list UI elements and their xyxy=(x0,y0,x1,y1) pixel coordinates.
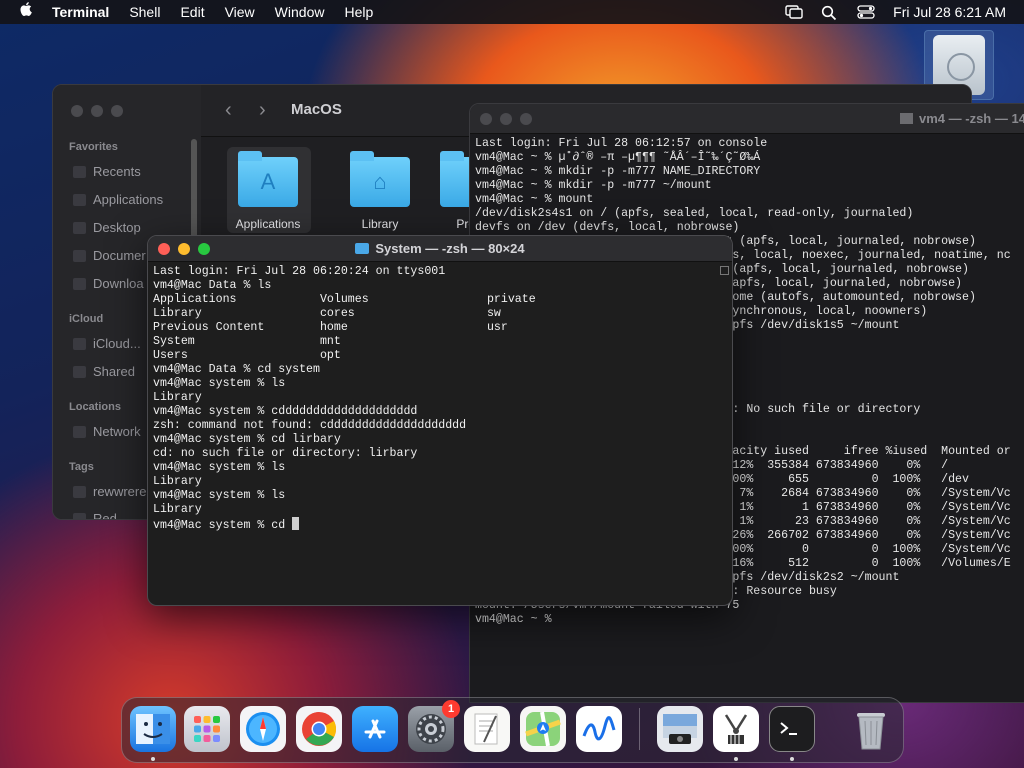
sidebar-section-tags: Tags xyxy=(69,461,94,473)
terminal-line: vm4@Mac Data % ls xyxy=(153,279,272,292)
terminal-line: vm4@Mac ~ % xyxy=(475,613,559,626)
app-store-dock-icon[interactable] xyxy=(352,706,398,752)
terminal-line: Last login: Fri Jul 28 06:20:24 on ttys0… xyxy=(153,265,446,278)
terminal-line: Applications Volumes private xyxy=(153,293,536,306)
freeform-dock-icon[interactable] xyxy=(576,706,622,752)
screen-mirroring-icon[interactable] xyxy=(785,5,803,19)
sidebar-section-locations: Locations xyxy=(69,401,121,413)
menu-view[interactable]: View xyxy=(225,4,255,20)
menu-bar: Terminal Shell Edit View Window Help Fri… xyxy=(0,0,1024,24)
terminal-line: vm4@Mac system % cdddddddddddddddddddd xyxy=(153,405,418,418)
sidebar-item-recents[interactable]: Recents xyxy=(73,164,141,179)
menu-window[interactable]: Window xyxy=(275,4,325,20)
folder-library[interactable]: ⌂ Library xyxy=(345,151,415,231)
sidebar-item-network[interactable]: Network xyxy=(73,424,141,439)
sidebar-item-tag-red[interactable]: Red xyxy=(73,511,117,519)
close-button[interactable] xyxy=(480,113,492,125)
sidebar-item-documents[interactable]: Documer xyxy=(73,248,146,263)
terminal-window-system[interactable]: System — -zsh — 80×24 Last login: Fri Ju… xyxy=(147,235,733,606)
terminal-line: vm4@Mac ~ % mkdir -p -m777 NAME_DIRECTOR… xyxy=(475,165,761,178)
notification-badge: 1 xyxy=(442,700,460,718)
trash-dock-icon[interactable] xyxy=(848,706,894,752)
terminal-line: Library cores sw xyxy=(153,307,501,320)
terminal-output[interactable]: Last login: Fri Jul 28 06:20:24 on ttys0… xyxy=(153,265,536,533)
sidebar-item-tag-rewwrere[interactable]: rewwrere xyxy=(72,484,146,499)
system-settings-dock-icon[interactable]: 1 xyxy=(408,700,460,752)
minimize-button[interactable] xyxy=(500,113,512,125)
terminal-title-text: System — -zsh — 80×24 xyxy=(375,241,525,256)
finder-window-controls[interactable] xyxy=(71,105,123,117)
terminal-line: vm4@Mac ~ % mount xyxy=(475,193,594,206)
forward-arrow-icon[interactable]: › xyxy=(259,99,266,122)
terminal-line: Last login: Fri Jul 28 06:12:57 on conso… xyxy=(475,137,768,150)
sidebar-item-desktop[interactable]: Desktop xyxy=(73,220,141,235)
zoom-button[interactable] xyxy=(520,113,532,125)
disk-utility-dock-icon[interactable] xyxy=(657,706,703,752)
library-folder-icon: ⌂ xyxy=(350,151,410,207)
terminal-line: vm4@Mac system % cd lirbary xyxy=(153,433,341,446)
spotlight-search-icon[interactable] xyxy=(821,5,839,21)
back-arrow-icon[interactable]: ‹ xyxy=(225,99,232,122)
terminal-line: vm4@Mac Data % cd system xyxy=(153,363,320,376)
terminal-title: System — -zsh — 80×24 xyxy=(148,241,732,256)
sidebar-item-applications[interactable]: Applications xyxy=(72,192,163,207)
sidebar-section-favorites: Favorites xyxy=(69,141,118,153)
terminal-line: vm4@Mac system % cd xyxy=(153,519,293,532)
terminal-line: devfs on /dev (devfs, local, nobrowse) xyxy=(475,221,740,234)
window-controls[interactable] xyxy=(480,113,532,125)
close-button[interactable] xyxy=(71,105,83,117)
menubar-clock[interactable]: Fri Jul 28 6:21 AM xyxy=(893,4,1006,20)
menu-help[interactable]: Help xyxy=(344,4,373,20)
textedit-dock-icon[interactable] xyxy=(464,706,510,752)
folder-label: Library xyxy=(361,217,399,231)
terminal-line: vm4@Mac system % ls xyxy=(153,377,286,390)
terminal-line: Previous Content home usr xyxy=(153,321,508,334)
dock: 1 xyxy=(121,697,904,763)
terminal-line: Users opt xyxy=(153,349,341,362)
sidebar-item-shared[interactable]: Shared xyxy=(73,364,135,379)
sidebar-item-downloads[interactable]: Downloa xyxy=(73,276,144,291)
terminal-line: cd: no such file or directory: lirbary xyxy=(153,447,418,460)
terminal-line: vm4@Mac system % ls xyxy=(153,461,286,474)
apple-menu-icon[interactable] xyxy=(16,2,38,22)
sidebar-scrollbar[interactable] xyxy=(191,139,197,249)
menu-shell[interactable]: Shell xyxy=(129,4,160,20)
system-information-dock-icon[interactable] xyxy=(713,706,759,752)
finder-title: MacOS xyxy=(291,101,342,118)
terminal-line: /dev/disk2s4s1 on / (apfs, sealed, local… xyxy=(475,207,914,220)
terminal-line: Library xyxy=(153,475,202,488)
terminal-titlebar[interactable]: System — -zsh — 80×24 xyxy=(148,236,732,262)
terminal-line: System mnt xyxy=(153,335,341,348)
maps-dock-icon[interactable] xyxy=(520,706,566,752)
terminal-line: vm4@Mac ~ % µ˚∂ˆ® –π –µ¶¶¶ ˜ÅÂ´–Î˜‰´Ç˜Ø‰… xyxy=(475,151,761,164)
zoom-button[interactable] xyxy=(111,105,123,117)
launchpad-dock-icon[interactable] xyxy=(184,706,230,752)
menu-app-terminal[interactable]: Terminal xyxy=(52,4,109,20)
terminal-title: vm4 — -zsh — 14 xyxy=(900,111,1024,126)
control-center-icon[interactable] xyxy=(857,5,875,19)
folder-applications[interactable]: A Applications xyxy=(227,147,311,233)
terminal-scrollbar[interactable] xyxy=(720,264,730,604)
chrome-dock-icon[interactable] xyxy=(296,706,342,752)
dock-separator xyxy=(639,708,640,750)
terminal-line: Library xyxy=(153,391,202,404)
sidebar-item-icloud-drive[interactable]: iCloud... xyxy=(73,336,141,351)
safari-dock-icon[interactable] xyxy=(240,706,286,752)
folder-icon xyxy=(355,243,370,254)
terminal-line: vm4@Mac ~ % mkdir -p -m777 ~/mount xyxy=(475,179,712,192)
menu-edit[interactable]: Edit xyxy=(180,4,204,20)
folder-label: Applications xyxy=(235,217,301,231)
text-cursor xyxy=(292,517,300,530)
finder-dock-icon[interactable] xyxy=(130,706,176,752)
terminal-dock-icon[interactable] xyxy=(769,706,815,752)
applications-folder-icon: A xyxy=(238,151,298,207)
minimize-button[interactable] xyxy=(91,105,103,117)
terminal-titlebar[interactable]: vm4 — -zsh — 14 xyxy=(470,104,1024,134)
sidebar-section-icloud: iCloud xyxy=(69,313,104,325)
terminal-line: Library xyxy=(153,503,202,516)
terminal-line: vm4@Mac system % ls xyxy=(153,489,286,502)
terminal-line: zsh: command not found: cddddddddddddddd… xyxy=(153,419,467,432)
